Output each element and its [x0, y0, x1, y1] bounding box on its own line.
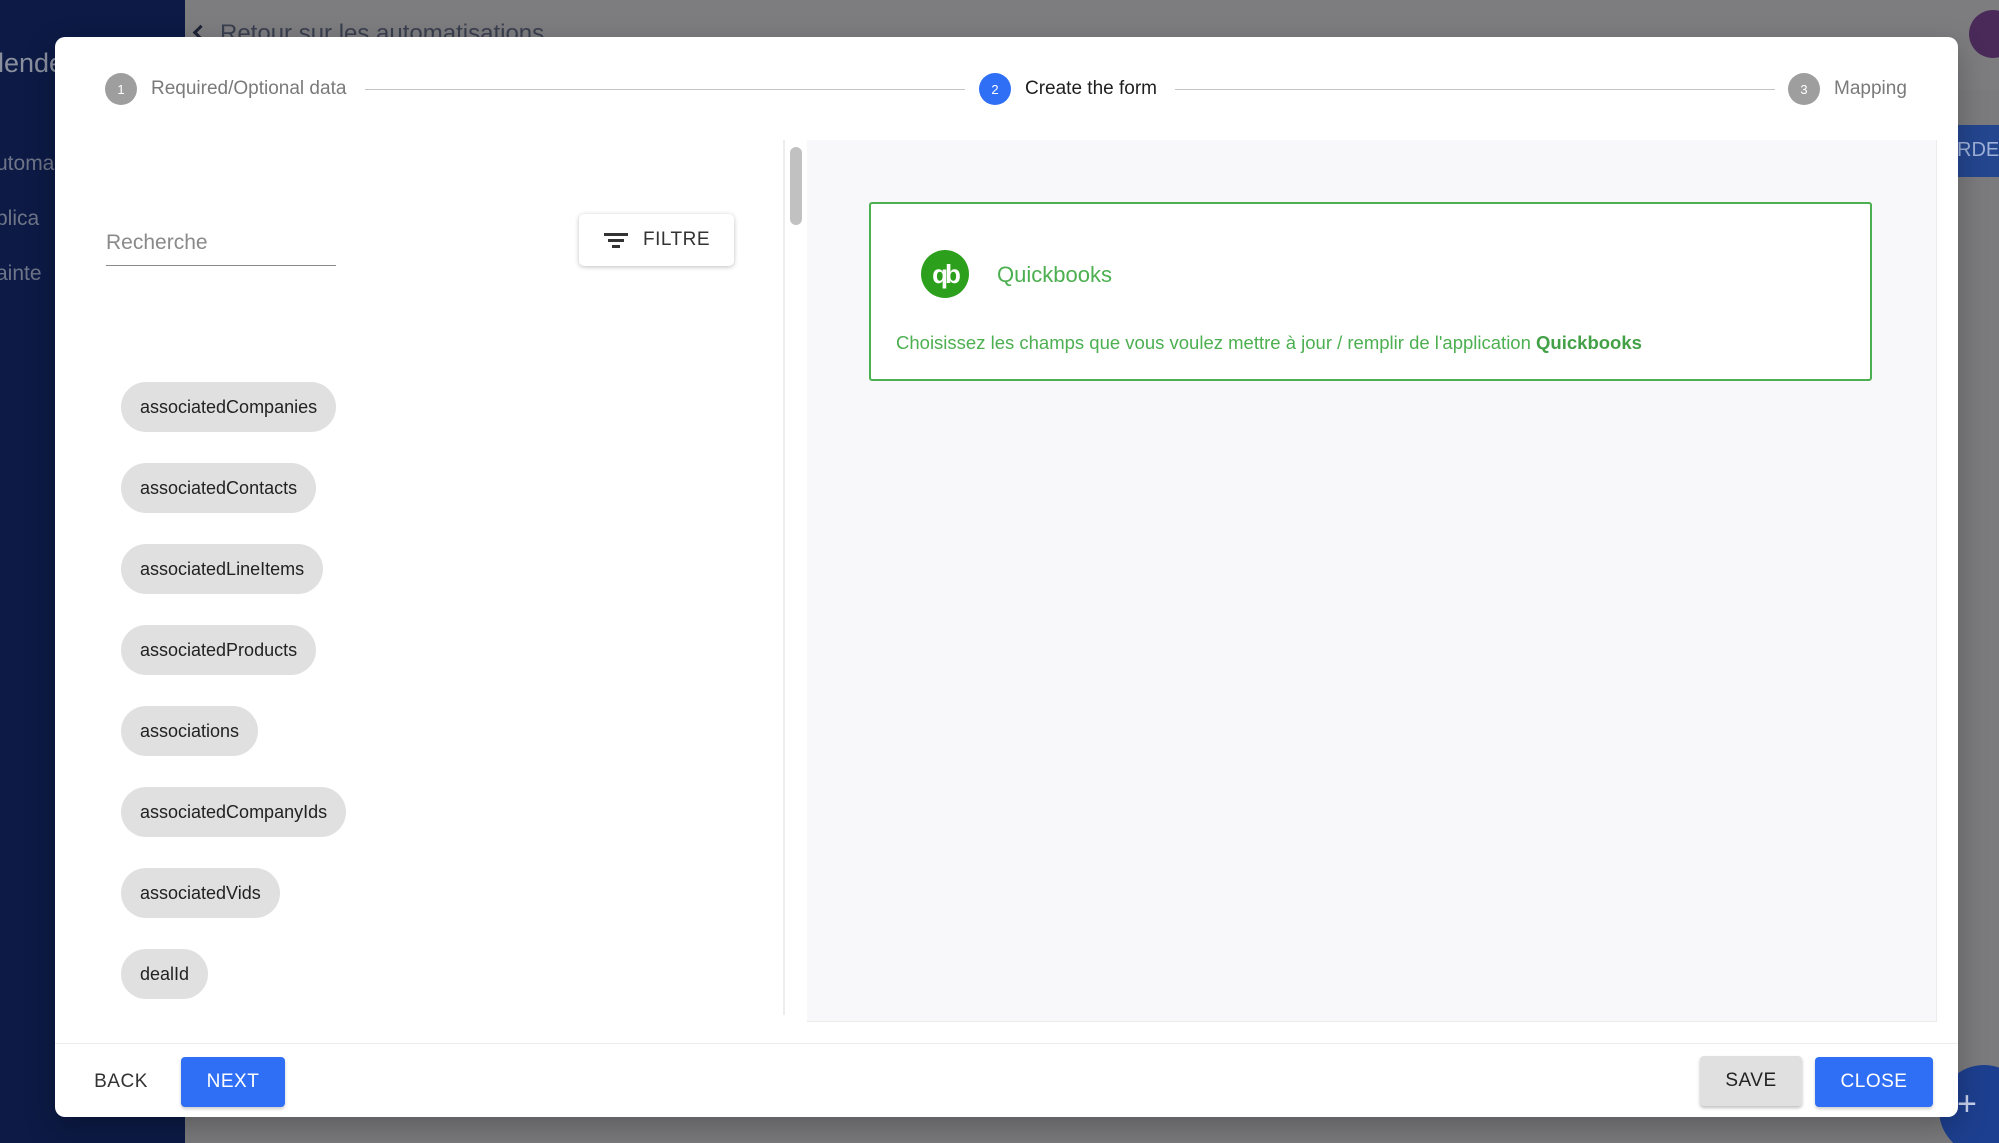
field-chip[interactable]: dealId: [121, 949, 209, 999]
step-mapping: 3 Mapping: [1788, 72, 1907, 106]
field-chip[interactable]: associatedContacts: [121, 463, 317, 513]
filter-button[interactable]: FILTRE: [579, 214, 734, 266]
field-list-panel: FILTRE associatedCompanies associatedCon…: [55, 140, 785, 1015]
stepper: 1 Required/Optional data 2 Create the fo…: [105, 72, 1921, 112]
field-chip[interactable]: associatedVids: [121, 868, 280, 918]
app-description: Choisissez les champs que vous voulez me…: [896, 332, 1642, 353]
step-number: 3: [1788, 73, 1820, 105]
background-order-button: RDER: [1951, 125, 1999, 177]
field-chip[interactable]: associatedProducts: [121, 625, 317, 675]
field-chip[interactable]: associatedLineItems: [121, 544, 324, 594]
quickbooks-logo-icon: qb: [921, 250, 969, 298]
back-button[interactable]: BACK: [81, 1057, 161, 1107]
close-button[interactable]: CLOSE: [1815, 1057, 1933, 1107]
vertical-scrollbar-track: [783, 140, 785, 1015]
field-chip[interactable]: associatedCompanyIds: [121, 787, 347, 837]
field-chip[interactable]: associations: [121, 706, 259, 756]
plus-icon: +: [1957, 1085, 1977, 1123]
step-connector: [1175, 89, 1775, 90]
step-number: 2: [979, 73, 1011, 105]
background-nav-item: utoma: [0, 152, 55, 175]
search-field: [106, 220, 336, 266]
dialog-footer: BACK NEXT SAVE CLOSE: [55, 1043, 1958, 1117]
app-name: Quickbooks: [997, 262, 1112, 287]
search-input[interactable]: [106, 220, 336, 265]
save-button[interactable]: SAVE: [1700, 1056, 1802, 1106]
app-description-name: Quickbooks: [1536, 332, 1642, 353]
field-chip-list: associatedCompanies associatedContacts a…: [121, 382, 521, 1015]
form-preview-panel: qb Quickbooks Choisissez les champs que …: [807, 140, 1937, 1022]
form-builder-dialog: 1 Required/Optional data 2 Create the fo…: [55, 37, 1958, 1117]
step-label: Required/Optional data: [151, 78, 347, 99]
next-button[interactable]: NEXT: [181, 1057, 285, 1107]
vertical-scrollbar[interactable]: [790, 147, 802, 225]
app-card: qb Quickbooks Choisissez les champs que …: [869, 202, 1872, 381]
step-required-optional-data: 1 Required/Optional data: [105, 72, 346, 106]
background-nav-item: plica: [0, 207, 40, 230]
background-nav-item: ainte: [0, 262, 42, 285]
filter-button-label: FILTRE: [642, 229, 711, 250]
step-label: Create the form: [1025, 78, 1157, 99]
field-chip[interactable]: associatedCompanies: [121, 382, 337, 432]
filter-list-icon: [603, 231, 629, 249]
step-number: 1: [105, 73, 137, 105]
step-label: Mapping: [1834, 78, 1907, 99]
step-create-the-form: 2 Create the form: [979, 72, 1157, 106]
step-connector: [365, 89, 965, 90]
